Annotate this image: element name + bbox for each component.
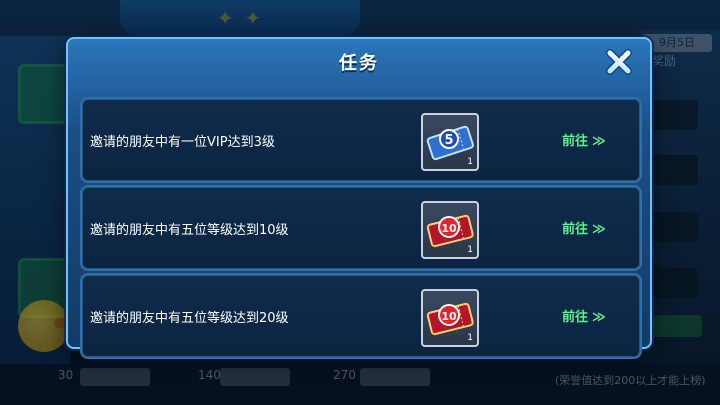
goto-button[interactable]: 前往 ≫ [562, 218, 606, 237]
goto-button[interactable]: 前往 ≫ [562, 306, 606, 325]
goto-label: 前往 [562, 134, 589, 149]
reward-item: 5 1 [421, 113, 479, 171]
chevron-right-icon: ≫ [592, 222, 606, 237]
close-icon [606, 49, 632, 75]
reward-count: 1 [467, 333, 473, 343]
task-row: 邀请的朋友中有五位等级达到20级 10 1 前往 ≫ [80, 273, 642, 359]
task-row: 邀请的朋友中有五位等级达到10级 10 1 前往 ≫ [80, 185, 642, 271]
task-row: 邀请的朋友中有一位VIP达到3级 5 1 前往 ≫ [80, 97, 642, 183]
task-description: 邀请的朋友中有五位等级达到10级 [90, 223, 289, 238]
game-screen: ✦ ✦ 9月5日 奖励 30 140 270 (荣誉值达到200以上才能上榜) … [0, 0, 720, 405]
svg-text:10: 10 [441, 222, 457, 235]
reward-item: 10 1 [421, 289, 479, 347]
goto-label: 前往 [562, 310, 589, 325]
dialog-title: 任务 [339, 53, 379, 74]
goto-button[interactable]: 前往 ≫ [562, 130, 606, 149]
svg-text:10: 10 [441, 310, 457, 323]
chevron-right-icon: ≫ [592, 310, 606, 325]
task-dialog: 任务 邀请的朋友中有一位VIP达到3级 5 1 前往 ≫ 邀请的朋友中有五位等级… [66, 37, 652, 359]
goto-label: 前往 [562, 222, 589, 237]
reward-count: 1 [467, 245, 473, 255]
reward-count: 1 [467, 157, 473, 167]
task-description: 邀请的朋友中有五位等级达到20级 [90, 311, 289, 326]
close-button[interactable] [602, 45, 636, 79]
svg-text:5: 5 [444, 133, 453, 148]
task-description: 邀请的朋友中有一位VIP达到3级 [90, 135, 275, 150]
task-list: 邀请的朋友中有一位VIP达到3级 5 1 前往 ≫ 邀请的朋友中有五位等级达到1… [80, 97, 642, 359]
reward-item: 10 1 [421, 201, 479, 259]
chevron-right-icon: ≫ [592, 134, 606, 149]
